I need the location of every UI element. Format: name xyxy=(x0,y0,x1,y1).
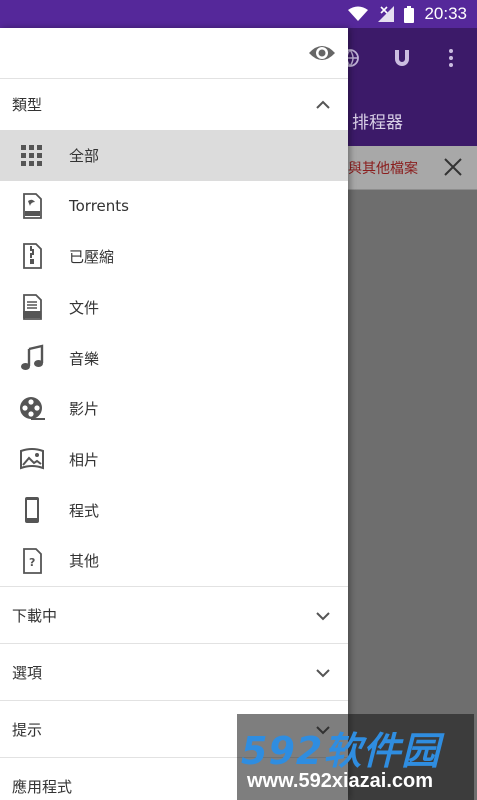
watermark-url: www.592xiazai.com xyxy=(247,770,434,792)
section-title: 下載中 xyxy=(12,606,58,625)
section-header-options[interactable]: 選項 xyxy=(0,643,348,700)
unknown-file-icon: ? xyxy=(23,547,42,574)
chevron-up-icon xyxy=(316,100,330,109)
magnet-icon[interactable] xyxy=(392,48,412,68)
status-time: 20:33 xyxy=(424,4,467,23)
category-list: 全部 Torrents 已壓縮 文件 音樂 影片 相片 程式 ? 其他 xyxy=(0,130,348,586)
category-item-photos[interactable]: 相片 xyxy=(0,434,348,485)
chevron-down-icon xyxy=(316,612,330,621)
category-item-apps[interactable]: 程式 xyxy=(0,485,348,536)
photo-icon xyxy=(20,448,44,470)
wifi-icon xyxy=(348,6,369,21)
film-reel-icon xyxy=(20,397,45,421)
section-title: 選項 xyxy=(12,663,43,682)
category-item-video[interactable]: 影片 xyxy=(0,383,348,434)
svg-text:?: ? xyxy=(29,556,35,569)
category-label: 影片 xyxy=(69,400,100,419)
category-label: Torrents xyxy=(69,197,129,216)
signal-icon xyxy=(378,6,395,22)
section-header-categories[interactable]: 類型 xyxy=(0,79,348,130)
more-vert-icon[interactable] xyxy=(447,48,455,68)
status-bar: 20:33 xyxy=(0,0,477,28)
drawer-header xyxy=(0,28,348,79)
battery-icon xyxy=(404,5,415,23)
category-label: 文件 xyxy=(69,298,100,317)
section-header-downloading[interactable]: 下載中 xyxy=(0,586,348,643)
watermark-logo: 592软件园 xyxy=(241,729,441,773)
category-item-other[interactable]: ? 其他 xyxy=(0,536,348,587)
category-label: 已壓縮 xyxy=(69,248,115,267)
category-label: 相片 xyxy=(69,450,100,469)
phone-icon xyxy=(25,496,39,523)
app-tab-title[interactable]: 排程器 xyxy=(352,108,403,133)
chevron-down-icon xyxy=(316,669,330,678)
close-icon[interactable] xyxy=(440,154,466,180)
category-item-compressed[interactable]: 已壓縮 xyxy=(0,231,348,282)
music-note-icon xyxy=(21,344,44,370)
app-banner-text: 與其他檔案 xyxy=(348,161,418,177)
torrent-file-icon xyxy=(23,192,42,219)
navigation-drawer: 類型 全部 Torrents 已壓縮 文件 音樂 影片 相片 程式 ? 其他 下… xyxy=(0,28,348,800)
doc-file-icon xyxy=(23,294,42,320)
section-title: 提示 xyxy=(12,720,43,739)
section-title: 應用程式 xyxy=(12,777,73,796)
section-title: 類型 xyxy=(12,96,43,114)
watermark: 592软件园 www.592xiazai.com xyxy=(237,714,474,800)
category-label: 音樂 xyxy=(69,349,100,368)
zip-file-icon xyxy=(23,243,42,270)
category-item-music[interactable]: 音樂 xyxy=(0,333,348,384)
category-label: 程式 xyxy=(69,501,100,520)
category-item-documents[interactable]: 文件 xyxy=(0,282,348,333)
category-item-torrents[interactable]: Torrents xyxy=(0,181,348,232)
grid-icon xyxy=(21,145,42,166)
category-label: 其他 xyxy=(69,552,100,571)
category-item-all[interactable]: 全部 xyxy=(0,130,348,181)
category-label: 全部 xyxy=(69,146,100,165)
eye-icon[interactable] xyxy=(308,40,336,66)
